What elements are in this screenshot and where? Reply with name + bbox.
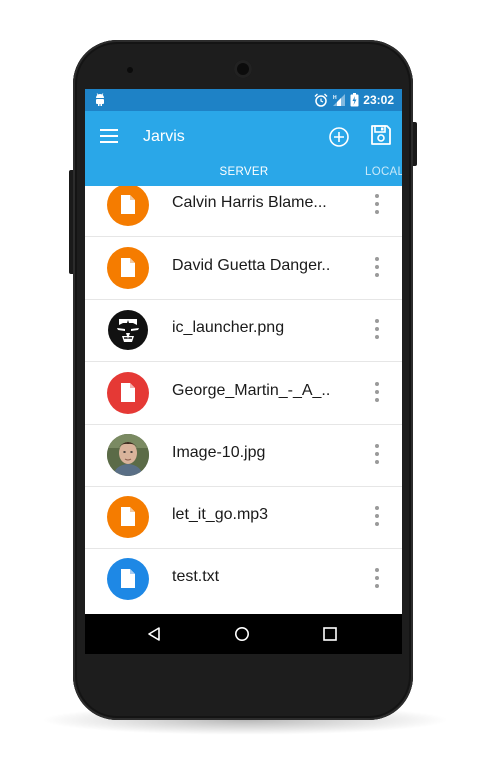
signal-icon: H (333, 94, 346, 106)
navigation-bar (85, 614, 402, 654)
file-icon (107, 247, 149, 289)
file-icon (107, 372, 149, 414)
file-icon (107, 496, 149, 538)
status-time: 23:02 (363, 93, 394, 107)
list-item[interactable]: Image-10.jpg (85, 424, 402, 487)
home-icon[interactable] (234, 626, 250, 642)
list-item[interactable]: ic_launcher.png (85, 299, 402, 362)
file-name: David Guetta Danger.. (172, 257, 331, 274)
front-camera (234, 60, 252, 78)
app-bar: Jarvis SERVER LOCAL (85, 111, 402, 186)
file-icon (107, 186, 149, 226)
file-name: Calvin Harris Blame... (172, 194, 327, 211)
battery-icon (350, 93, 359, 107)
ironman-thumbnail (107, 309, 149, 351)
tab-local[interactable]: LOCAL (365, 166, 402, 178)
back-icon[interactable] (146, 626, 162, 642)
file-icon (107, 558, 149, 600)
menu-icon[interactable] (100, 129, 118, 143)
recent-apps-icon[interactable] (323, 627, 337, 641)
more-options-icon[interactable] (375, 382, 379, 402)
phone-screen: H 23:02 Jarvis SERVER LOCAL Calvin Harri… (85, 89, 402, 654)
more-options-icon[interactable] (375, 568, 379, 588)
more-options-icon[interactable] (375, 194, 379, 214)
more-options-icon[interactable] (375, 319, 379, 339)
list-item[interactable]: George_Martin_-_A_.. (85, 362, 402, 425)
list-item[interactable]: David Guetta Danger.. (85, 237, 402, 300)
file-name: George_Martin_-_A_.. (172, 382, 331, 399)
file-name: ic_launcher.png (172, 319, 285, 336)
list-item[interactable]: test.txt (85, 548, 402, 610)
app-title: Jarvis (143, 128, 185, 145)
svg-text:H: H (333, 95, 337, 101)
add-circle-icon[interactable] (328, 126, 350, 148)
list-item[interactable]: let_it_go.mp3 (85, 486, 402, 549)
photo-thumbnail (107, 434, 149, 476)
more-options-icon[interactable] (375, 257, 379, 277)
save-icon[interactable] (370, 124, 392, 146)
more-options-icon[interactable] (375, 506, 379, 526)
file-name: test.txt (172, 568, 220, 585)
file-name: Image-10.jpg (172, 444, 266, 461)
list-item[interactable]: Calvin Harris Blame... (85, 186, 402, 237)
status-bar: H 23:02 (85, 89, 402, 111)
tab-server[interactable]: SERVER (194, 166, 294, 178)
file-list: Calvin Harris Blame... David Guetta Dang… (85, 186, 402, 614)
sensor-dot (127, 67, 133, 73)
android-notification-icon (96, 93, 104, 106)
more-options-icon[interactable] (375, 444, 379, 464)
alarm-icon (314, 93, 328, 107)
file-name: let_it_go.mp3 (172, 506, 269, 523)
